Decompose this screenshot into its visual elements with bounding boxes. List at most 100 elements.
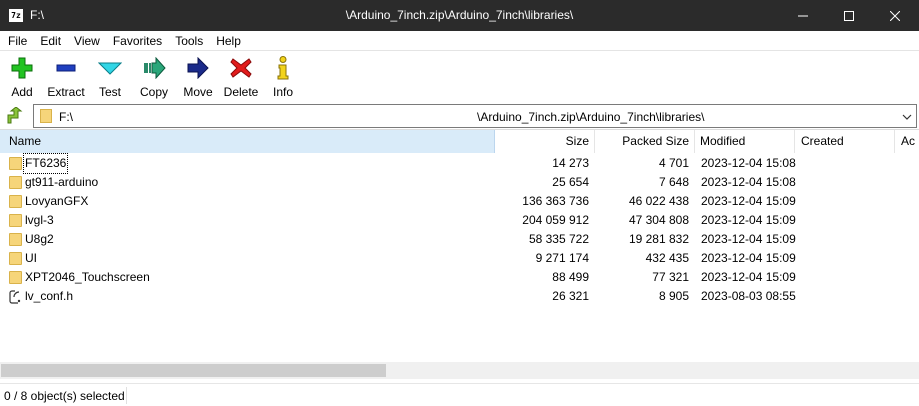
file-size: 26 321 — [552, 289, 589, 303]
file-name: gt911-arduino — [25, 175, 99, 189]
file-packed-size: 77 321 — [652, 270, 689, 284]
file-name: U8g2 — [25, 232, 54, 246]
address-drive: F:\ — [59, 110, 73, 124]
add-button[interactable]: Add — [0, 52, 44, 99]
file-modified: 2023-12-04 15:09 — [701, 270, 796, 284]
address-bar[interactable]: F:\ \Arduino_7inch.zip\Arduino_7inch\lib… — [33, 104, 917, 128]
add-label: Add — [11, 85, 33, 99]
file-size: 88 499 — [552, 270, 589, 284]
info-button[interactable]: Info — [262, 52, 304, 99]
folder-icon — [9, 251, 22, 265]
column-header: Name Size Packed Size Modified Created A… — [0, 130, 919, 153]
file-size: 204 059 912 — [522, 213, 589, 227]
window-title-left: F:\ — [30, 8, 44, 22]
menu-tools[interactable]: Tools — [168, 31, 209, 51]
column-size[interactable]: Size — [495, 130, 595, 153]
file-packed-size: 46 022 438 — [628, 194, 689, 208]
file-name: XPT2046_Touchscreen — [25, 270, 150, 284]
status-bar: 0 / 8 object(s) selected — [0, 383, 919, 406]
info-icon — [271, 56, 295, 80]
file-size: 14 273 — [552, 156, 589, 170]
add-icon — [10, 56, 34, 80]
file-modified: 2023-12-04 15:08 — [701, 175, 796, 189]
file-name: LovyanGFX — [25, 194, 89, 208]
table-row[interactable]: XPT2046_Touchscreen 88 499 77 321 2023-1… — [0, 268, 919, 287]
folder-icon — [9, 213, 22, 227]
file-size: 58 335 722 — [528, 232, 589, 246]
menu-favorites[interactable]: Favorites — [106, 31, 168, 51]
copy-button[interactable]: Copy — [132, 52, 176, 99]
extract-label: Extract — [47, 85, 85, 99]
file-modified: 2023-12-04 15:09 — [701, 232, 796, 246]
c-header-file-icon — [9, 289, 22, 304]
file-packed-size: 19 281 832 — [628, 232, 689, 246]
toolbar: Add Extract Test Copy Move Delete Info — [0, 52, 919, 99]
table-row[interactable]: lv_conf.h 26 321 8 905 2023-08-03 08:55 — [0, 287, 919, 306]
status-divider — [126, 387, 127, 404]
folder-icon — [9, 194, 22, 208]
column-modified[interactable]: Modified — [695, 130, 795, 153]
file-packed-size: 8 905 — [658, 289, 689, 303]
menu-file[interactable]: File — [1, 31, 33, 51]
close-button[interactable] — [872, 0, 918, 31]
extract-icon — [54, 56, 78, 80]
table-row[interactable]: UI 9 271 174 432 435 2023-12-04 15:09 — [0, 249, 919, 268]
move-label: Move — [183, 85, 213, 99]
file-name: lvgl-3 — [25, 213, 54, 227]
file-size: 25 654 — [552, 175, 589, 189]
move-button[interactable]: Move — [176, 52, 220, 99]
move-icon — [186, 56, 210, 80]
table-row[interactable]: U8g2 58 335 722 19 281 832 2023-12-04 15… — [0, 230, 919, 249]
address-dropdown-button[interactable] — [902, 111, 912, 125]
file-modified: 2023-12-04 15:09 — [701, 194, 796, 208]
table-row[interactable]: gt911-arduino 25 654 7 648 2023-12-04 15… — [0, 173, 919, 192]
file-name: UI — [25, 251, 37, 265]
folder-icon — [9, 175, 22, 189]
maximize-button[interactable] — [826, 0, 872, 31]
table-row[interactable]: LovyanGFX 136 363 736 46 022 438 2023-12… — [0, 192, 919, 211]
file-size: 9 271 174 — [535, 251, 589, 265]
copy-label: Copy — [139, 85, 168, 99]
horizontal-scrollbar[interactable] — [0, 362, 919, 379]
menu-edit[interactable]: Edit — [33, 31, 67, 51]
folder-icon — [40, 109, 52, 123]
title-bar[interactable]: 7z F:\ \Arduino_7inch.zip\Arduino_7inch\… — [0, 0, 919, 31]
test-label: Test — [98, 85, 121, 99]
file-rows: FT6236 14 273 4 701 2023-12-04 15:08 gt9… — [0, 153, 919, 306]
7zip-app-icon[interactable]: 7z — [9, 9, 23, 22]
delete-button[interactable]: Delete — [220, 52, 262, 99]
file-packed-size: 432 435 — [645, 251, 689, 265]
file-modified: 2023-12-04 15:08 — [701, 156, 796, 170]
scrollbar-thumb[interactable] — [1, 364, 386, 377]
file-name: lv_conf.h — [25, 289, 74, 303]
file-size: 136 363 736 — [522, 194, 589, 208]
file-name: FT6236 — [22, 153, 69, 174]
close-icon — [890, 10, 900, 21]
address-row: F:\ \Arduino_7inch.zip\Arduino_7inch\lib… — [0, 102, 919, 128]
extract-button[interactable]: Extract — [44, 52, 88, 99]
test-button[interactable]: Test — [88, 52, 132, 99]
test-icon — [98, 56, 122, 80]
minimize-button[interactable] — [780, 0, 826, 31]
maximize-icon — [844, 10, 854, 21]
minimize-icon — [798, 15, 808, 16]
column-name[interactable]: Name — [0, 130, 495, 153]
menu-help[interactable]: Help — [209, 31, 247, 51]
chevron-down-icon — [902, 114, 912, 120]
address-path: \Arduino_7inch.zip\Arduino_7inch\librari… — [477, 110, 705, 124]
table-row[interactable]: lvgl-3 204 059 912 47 304 808 2023-12-04… — [0, 211, 919, 230]
file-modified: 2023-08-03 08:55 — [701, 289, 796, 303]
file-packed-size: 47 304 808 — [628, 213, 689, 227]
table-row[interactable]: FT6236 14 273 4 701 2023-12-04 15:08 — [0, 153, 919, 174]
column-accessed[interactable]: Ac — [895, 130, 919, 153]
column-created[interactable]: Created — [795, 130, 895, 153]
delete-icon — [229, 56, 253, 80]
folder-icon — [9, 156, 22, 170]
column-packed-size[interactable]: Packed Size — [595, 130, 695, 153]
file-modified: 2023-12-04 15:09 — [701, 213, 796, 227]
up-folder-button[interactable] — [3, 106, 25, 126]
file-packed-size: 7 648 — [658, 175, 689, 189]
file-list[interactable]: Name Size Packed Size Modified Created A… — [0, 129, 919, 381]
menu-view[interactable]: View — [67, 31, 106, 51]
file-modified: 2023-12-04 15:09 — [701, 251, 796, 265]
